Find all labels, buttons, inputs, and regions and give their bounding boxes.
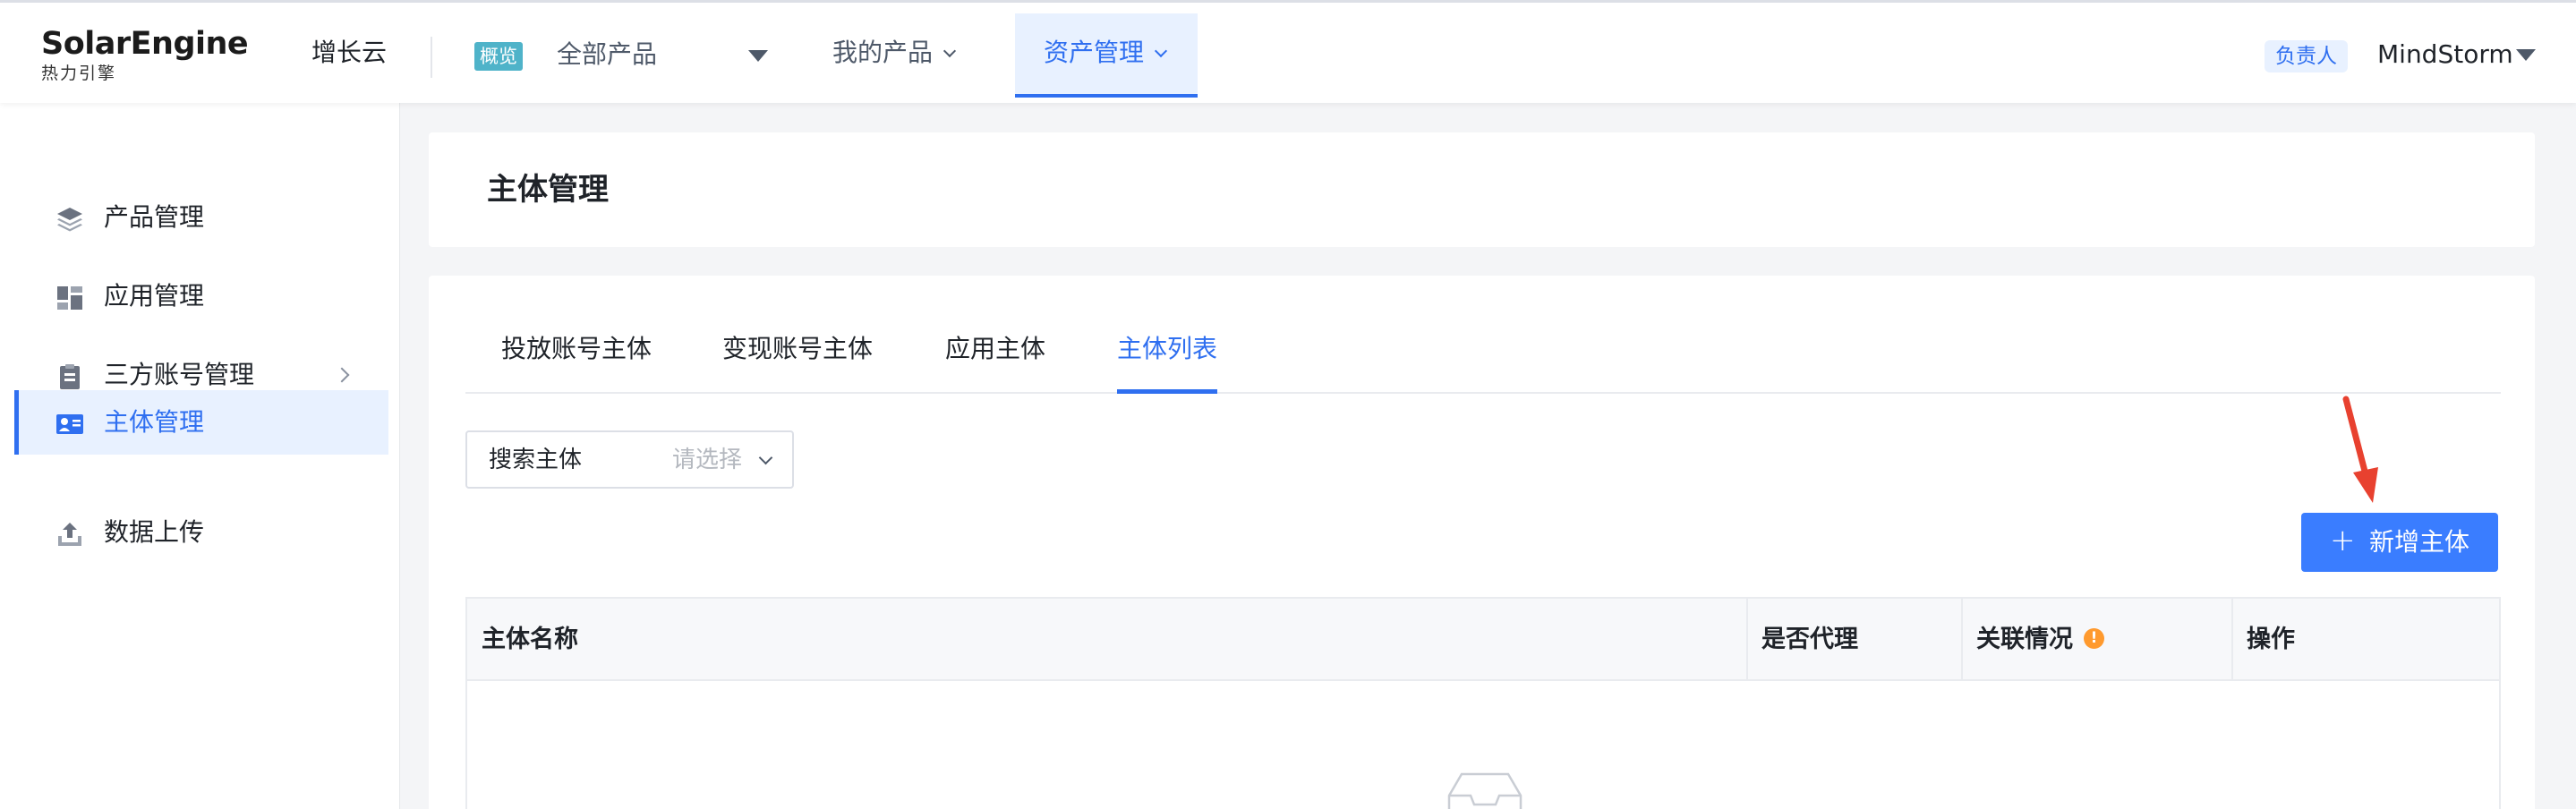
empty-inbox-icon (1447, 772, 1523, 809)
add-entity-button-label: 新增主体 (2369, 527, 2470, 557)
top-navigation-bar: SolarEngine 热力引擎 增长云 概览 全部产品 我的产品 资产管理 负… (0, 0, 2576, 103)
page-header-card: 主体管理 (429, 132, 2535, 247)
warning-info-icon[interactable]: ! (2084, 628, 2104, 649)
sidebar-item-label: 三方账号管理 (104, 360, 255, 389)
nav-asset-management-label[interactable]: 资产管理 (1044, 35, 1168, 71)
product-name[interactable]: 增长云 (311, 35, 387, 71)
add-entity-button[interactable]: + 新增主体 (2301, 513, 2498, 572)
tab-entity-list[interactable]: 主体列表 (1117, 331, 1217, 367)
clipboard-icon (60, 364, 80, 389)
sidebar-item-data-upload[interactable]: 数据上传 (14, 500, 388, 565)
tab-ad-account-entity[interactable]: 投放账号主体 (501, 331, 652, 367)
chevron-down-icon (758, 450, 773, 465)
search-select-placeholder: 请选择 (672, 447, 743, 473)
sidebar-item-product-management[interactable]: 产品管理 (14, 185, 388, 250)
sidebar-item-app-management[interactable]: 应用管理 (14, 264, 388, 328)
column-divider (1746, 599, 1748, 681)
sidebar: 产品管理 应用管理 三方账号管理 主体管理 数据上传 (0, 103, 400, 809)
solarengine-logo[interactable]: SolarEngine 热力引擎 (41, 26, 249, 83)
id-card-icon (56, 414, 83, 434)
search-entity-select[interactable]: 搜索主体 请选择 (465, 430, 794, 489)
apps-grid-icon (57, 286, 82, 310)
user-menu-caret-icon[interactable] (2516, 49, 2536, 61)
active-tab-indicator (1117, 389, 1217, 394)
column-header-entity-name: 主体名称 (482, 626, 578, 653)
tabs-divider (465, 392, 2501, 394)
header-divider (431, 37, 432, 78)
nav-label: 资产管理 (1044, 38, 1145, 67)
column-header-association: 关联情况! (1976, 599, 2104, 681)
table-header: 主体名称 是否代理 关联情况! 操作 (467, 599, 2499, 681)
tab-app-entity[interactable]: 应用主体 (945, 331, 1045, 367)
user-name[interactable]: MindStorm (2377, 37, 2513, 72)
chevron-down-icon (1154, 44, 1168, 58)
tab-monetization-account-entity[interactable]: 变现账号主体 (722, 331, 873, 367)
annotation-arrow-icon (2342, 396, 2378, 503)
sidebar-item-entity-management[interactable]: 主体管理 (14, 390, 388, 455)
entity-table: 主体名称 是否代理 关联情况! 操作 (465, 597, 2501, 809)
upload-icon (58, 523, 81, 546)
column-divider (2231, 599, 2233, 681)
column-header-actions: 操作 (2247, 626, 2295, 653)
nav-label: 我的产品 (832, 38, 934, 67)
content-card: 投放账号主体 变现账号主体 应用主体 主体列表 搜索主体 请选择 + 新增主体 … (429, 276, 2535, 809)
sidebar-item-label: 数据上传 (104, 517, 205, 547)
search-select-label: 搜索主体 (489, 447, 583, 473)
column-divider (1961, 599, 1963, 681)
sidebar-item-label: 应用管理 (104, 281, 205, 311)
chevron-down-icon (943, 44, 957, 58)
caret-down-icon[interactable] (748, 50, 768, 62)
logo-text: SolarEngine (41, 26, 249, 62)
column-header-label: 关联情况 (1976, 626, 2073, 653)
nav-my-products[interactable]: 我的产品 (832, 35, 957, 71)
sidebar-item-label: 产品管理 (104, 202, 205, 232)
logo-subtitle: 热力引擎 (41, 64, 117, 83)
page-title: 主体管理 (487, 172, 609, 208)
plus-icon: + (2330, 523, 2356, 558)
owner-badge: 负责人 (2265, 40, 2348, 72)
all-products-select[interactable]: 全部产品 (557, 37, 657, 72)
column-header-is-agent: 是否代理 (1761, 626, 1858, 653)
overview-tag: 概览 (474, 42, 523, 71)
layers-icon (57, 208, 82, 232)
sidebar-item-label: 主体管理 (104, 407, 205, 437)
chevron-right-icon (334, 367, 350, 383)
